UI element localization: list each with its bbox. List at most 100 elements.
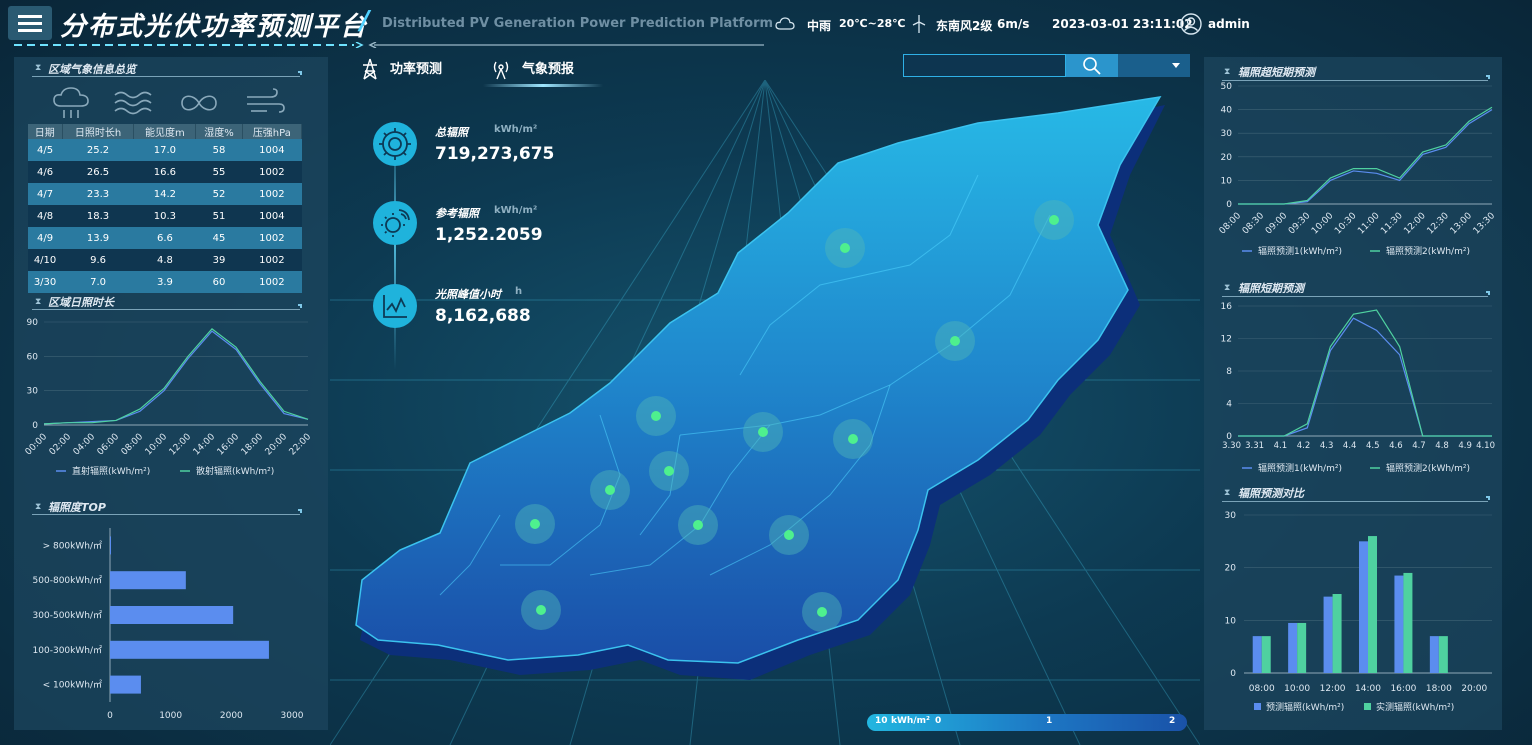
legend-tick: 1 [1046,716,1053,726]
station-marker[interactable] [515,504,555,544]
bar [1394,575,1404,673]
station-marker[interactable] [769,515,809,555]
bar [1261,636,1271,673]
table-cell: 4/7 [28,183,63,205]
legend-label: 直射辐照(kWh/m²) [72,465,150,477]
x-tick-label: 12:00 [1402,211,1428,237]
antenna-icon [493,61,509,80]
search-icon [1083,57,1101,75]
x-tick-label: 0 [107,711,113,721]
search-input[interactable] [903,54,1066,77]
compare-chart: 0 10 20 30 08:00 10:00 12:00 14:00 16:00 18:00 20:… [1225,511,1492,713]
menu-button[interactable] [8,6,52,40]
user-icon[interactable] [1180,13,1202,35]
station-marker[interactable] [590,470,630,510]
y-tick-label: 0 [1230,669,1236,679]
table-row: 4/9 13.9 6.6 45 1002 [28,227,302,249]
table-cell: 1004 [242,205,302,227]
x-tick-label: 08:30 [1241,211,1267,237]
bar [110,675,141,694]
table-cell: 18.3 [62,205,134,227]
table-cell: 1002 [242,183,302,205]
y-tick-label: 0 [32,421,38,431]
legend-label: 辐照预测1(kWh/m²) [1258,462,1342,474]
bar [110,640,269,659]
tab-weather-forecast[interactable]: 气象预报 [522,58,574,77]
x-tick-label: 16:00 [1390,684,1416,694]
table-cell: 23.3 [62,183,134,205]
short-term-chart: 04812163.30 3.31 4.1 4.2 4.3 4.4 4.5 4.6 4.7 4.8 4… [1221,302,1495,474]
table-cell: 10.3 [133,205,196,227]
station-marker[interactable] [678,505,718,545]
title-divider: / [360,6,370,36]
bar [1288,622,1298,673]
x-tick-label: 09:00 [1264,211,1290,237]
legend-tick: 2 [1169,716,1176,726]
wind-text: 东南风2级 [936,19,993,33]
power-tower-icon [363,58,377,80]
table-row: 3/30 7.0 3.9 60 1002 [28,271,302,293]
category-label: 100-300kWh/㎡ [33,645,102,656]
category-label: 500-800kWh/㎡ [33,575,102,586]
x-tick-label: 13:30 [1472,211,1498,237]
table-cell: 25.2 [62,139,134,161]
legend-unit: kWh/m² [891,716,930,726]
bar [1429,636,1439,673]
rain-icon [53,87,89,118]
table-cell: 7.0 [62,271,134,293]
station-marker[interactable] [649,451,689,491]
x-tick-label: 4.3 [1320,441,1334,451]
y-tick-label: 12 [1221,335,1232,345]
y-tick-label: 8 [1226,367,1232,377]
category-label: 300-500kWh/㎡ [33,610,102,621]
x-tick-label: 10:00 [144,432,170,458]
x-tick-label: 08:00 [1218,211,1244,237]
station-marker[interactable] [825,228,865,268]
wind-speed-text: 6m/s [997,17,1030,31]
table-cell: 58 [195,139,243,161]
legend-scale-factor: 10 [875,716,888,726]
x-tick-label: 08:00 [120,432,146,458]
station-marker[interactable] [833,419,873,459]
username[interactable]: admin [1208,17,1250,31]
ultra-panel-title: 辐照超短期预测 [1238,66,1315,79]
search-button[interactable] [1066,54,1118,77]
x-tick-label: 10:00 [1284,684,1310,694]
x-tick-label: 20:00 [1461,684,1487,694]
table-cell: 1004 [242,139,302,161]
series-line [1238,317,1492,437]
menu-icon [18,15,42,18]
x-tick-label: 02:00 [48,432,74,458]
x-tick-label: 10:00 [1310,211,1336,237]
table-cell: 45 [195,227,243,249]
station-marker[interactable] [935,321,975,361]
station-marker[interactable] [743,412,783,452]
table-cell: 4.8 [133,249,196,271]
table-cell: 39 [195,249,243,271]
tab-power-forecast[interactable]: 功率预测 [390,58,442,77]
series-line [43,330,309,425]
dashboard: 分布式光伏功率预测平台 / Distributed PV Generation … [0,0,1532,745]
x-tick-label: 04:00 [72,432,98,458]
x-tick-label: 06:00 [96,432,122,458]
station-marker[interactable] [636,396,676,436]
station-marker[interactable] [802,592,842,632]
y-tick-label: 50 [1221,82,1233,92]
bar [1332,594,1342,673]
y-tick-label: 90 [27,318,39,328]
search-dropdown[interactable] [1118,54,1190,77]
table-cell: 26.5 [62,161,134,183]
header: 分布式光伏功率预测平台 / Distributed PV Generation … [0,0,1532,52]
x-tick-label: 4.10 [1476,441,1495,451]
table-cell: 17.0 [133,139,196,161]
wind-icon [247,88,285,113]
bar [1403,572,1413,673]
caret-down-icon [1172,63,1180,68]
station-marker[interactable] [1034,200,1074,240]
station-marker[interactable] [521,590,561,630]
legend-swatch [1254,703,1261,710]
map-color-legend: 10 kWh/m² 0 1 2 [867,714,1187,731]
col-header: 能见度m [133,124,197,139]
title-underline [14,42,764,48]
col-header: 日照时长h [62,124,135,139]
